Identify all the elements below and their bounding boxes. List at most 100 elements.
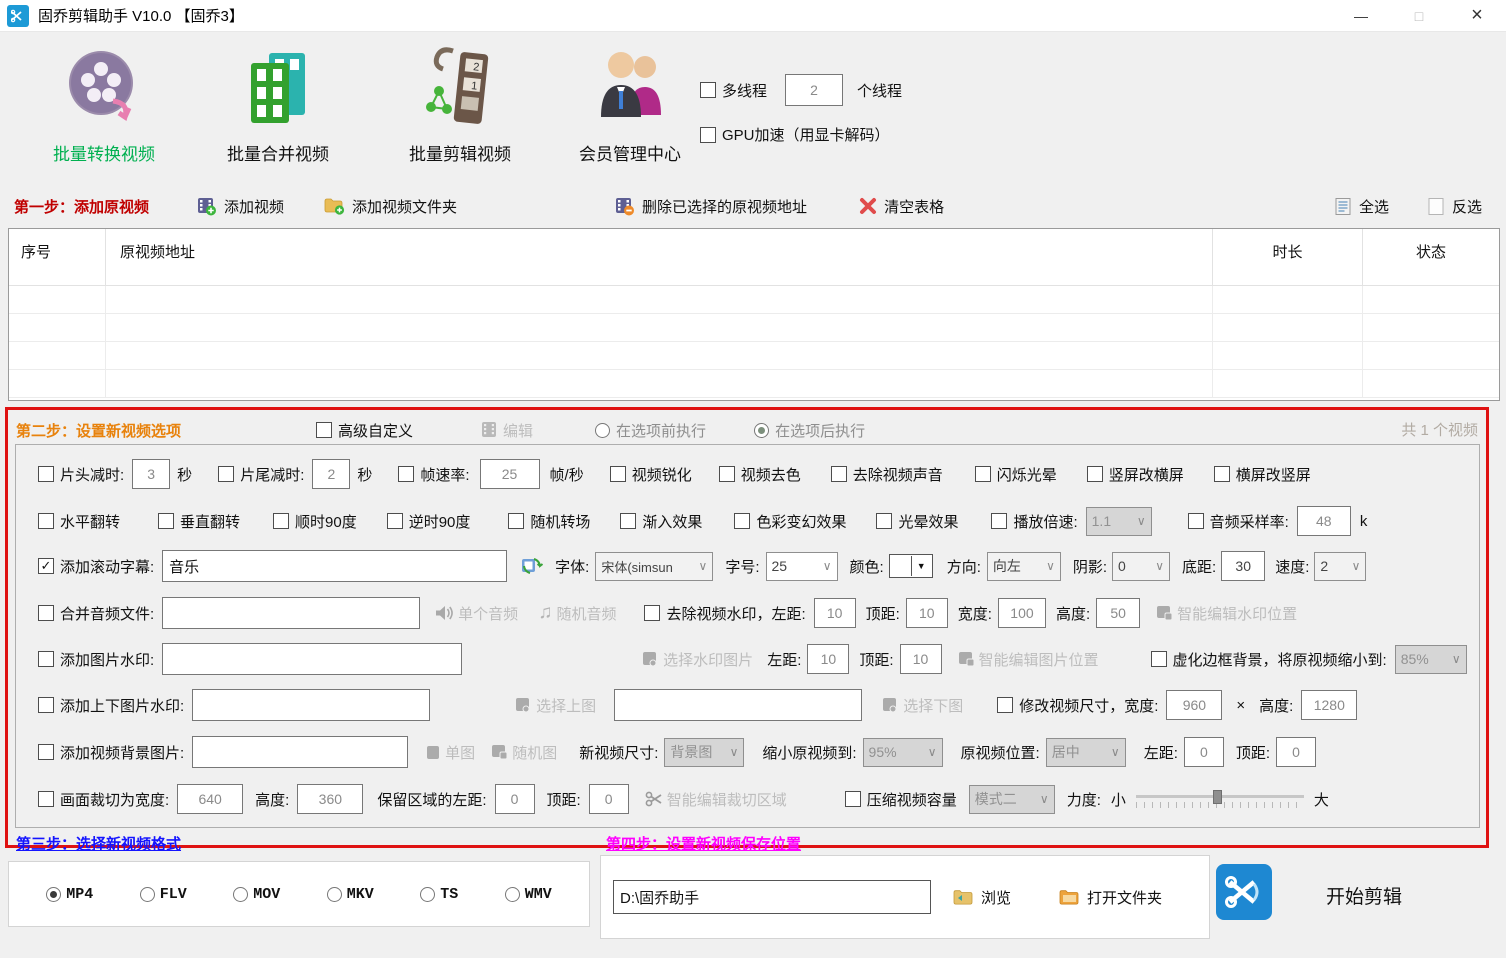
advanced-custom-checkbox[interactable]: 高级自定义 <box>316 420 413 441</box>
sharpen-checkbox[interactable]: 视频锐化 <box>609 464 692 485</box>
color-dropdown-button[interactable]: ▼ <box>910 556 931 576</box>
add-video-button[interactable]: 添加视频 <box>197 196 284 217</box>
tail-trim-input[interactable] <box>312 459 351 489</box>
font-size-select[interactable]: 25 ∨ <box>765 551 838 581</box>
radio-run-after-circle[interactable] <box>754 422 770 438</box>
column-header-duration[interactable]: 时长 <box>1213 229 1363 285</box>
play-speed-select[interactable]: 1.1 ∨ <box>1085 506 1152 536</box>
random-transition-checkbox[interactable]: 随机转场 <box>508 511 590 532</box>
sample-rate-input[interactable] <box>1296 506 1351 536</box>
tab-batch-merge[interactable]: 批量合并视频 <box>200 42 356 165</box>
radio-run-before[interactable]: 在选项前执行 <box>595 420 706 441</box>
open-folder-button[interactable]: 打开文件夹 <box>1059 887 1162 908</box>
radio-run-after[interactable]: 在选项后执行 <box>754 420 865 441</box>
resize-video-checkbox[interactable]: 修改视频尺寸，宽度: <box>997 695 1158 716</box>
invert-selection-button[interactable]: 反选 <box>1427 196 1482 217</box>
shadow-select[interactable]: 0 ∨ <box>1112 551 1171 581</box>
single-image-button[interactable]: 单图 <box>426 742 475 763</box>
top-image-input[interactable] <box>192 689 431 721</box>
new-size-select[interactable]: 背景图 ∨ <box>664 737 745 767</box>
merge-audio-input[interactable] <box>162 597 421 629</box>
resize-width-input[interactable] <box>1166 690 1223 720</box>
column-header-status[interactable]: 状态 <box>1363 229 1499 285</box>
shrink-select[interactable]: 95% ∨ <box>862 737 943 767</box>
fps-input[interactable] <box>479 459 540 489</box>
wm-top-input[interactable] <box>905 598 948 628</box>
format-radio-mp4[interactable]: MP4 <box>46 886 93 903</box>
keep-top-input[interactable] <box>588 784 629 814</box>
fps-checkbox[interactable]: 帧速率: <box>398 464 470 485</box>
head-trim-input[interactable] <box>132 459 171 489</box>
random-audio-button[interactable]: ♫ 随机音频 <box>538 602 616 624</box>
fade-in-checkbox[interactable]: 渐入效果 <box>620 511 702 532</box>
compress-mode-select[interactable]: 模式二 ∨ <box>968 784 1055 814</box>
crop-width-input[interactable] <box>177 784 244 814</box>
single-audio-button[interactable]: 单个音频 <box>434 603 518 624</box>
bg-top-input[interactable] <box>1276 737 1317 767</box>
format-radio-wmv[interactable]: WMV <box>504 886 552 903</box>
close-button[interactable]: × <box>1448 0 1506 32</box>
subtitle-text-input[interactable] <box>162 550 508 582</box>
top-bottom-watermark-checkbox[interactable]: 添加上下图片水印: <box>38 695 184 716</box>
column-header-index[interactable]: 序号 <box>9 229 106 285</box>
choose-bottom-image-button[interactable]: 选择下图 <box>882 695 963 716</box>
crop-height-input[interactable] <box>297 784 364 814</box>
background-image-input[interactable] <box>192 736 409 768</box>
blur-scale-select[interactable]: 85% ∨ <box>1394 644 1467 674</box>
position-select[interactable]: 居中 ∨ <box>1045 737 1126 767</box>
tail-trim-checkbox[interactable]: 片尾减时: <box>218 464 304 485</box>
flicker-halo-checkbox[interactable]: 闪烁光晕 <box>974 464 1057 485</box>
gpu-checkbox[interactable] <box>700 126 716 143</box>
maximize-button[interactable]: □ <box>1390 0 1448 32</box>
decolor-checkbox[interactable]: 视频去色 <box>718 464 801 485</box>
halo-fx-checkbox[interactable]: 光晕效果 <box>876 511 958 532</box>
scroll-subtitle-checkbox[interactable]: ✓ 添加滚动字幕: <box>38 556 154 577</box>
smart-crop-button[interactable]: 智能编辑裁切区域 <box>645 789 787 810</box>
horizontal-to-vertical-checkbox[interactable]: 横屏改竖屏 <box>1213 464 1311 485</box>
refresh-icon[interactable] <box>521 555 544 577</box>
play-speed-checkbox[interactable]: 播放倍速: <box>991 511 1078 532</box>
browse-button[interactable]: 浏览 <box>953 887 1011 908</box>
format-radio-flv[interactable]: FLV <box>139 886 187 903</box>
multithread-checkbox[interactable] <box>700 82 716 98</box>
crop-checkbox[interactable]: 画面裁切为宽度: <box>38 789 169 810</box>
bottom-image-input[interactable] <box>614 689 863 721</box>
head-trim-checkbox[interactable]: 片头减时: <box>38 464 124 485</box>
format-radio-mov[interactable]: MOV <box>233 886 280 903</box>
bottom-margin-input[interactable] <box>1221 551 1266 581</box>
minimize-button[interactable]: — <box>1332 0 1390 32</box>
image-watermark-checkbox[interactable]: 添加图片水印: <box>38 649 154 670</box>
img-left-input[interactable] <box>807 644 850 674</box>
add-folder-button[interactable]: 添加视频文件夹 <box>324 196 457 217</box>
wm-width-input[interactable] <box>997 598 1046 628</box>
edit-button[interactable]: 编辑 <box>481 420 533 441</box>
blur-border-checkbox[interactable]: 虚化边框背景，将原视频缩小到: <box>1150 649 1387 670</box>
clear-table-button[interactable]: 清空表格 <box>859 196 944 217</box>
tab-batch-edit[interactable]: 2 1 批量剪辑视频 <box>382 42 538 165</box>
choose-watermark-image-button[interactable]: 选择水印图片 <box>642 649 753 670</box>
choose-top-image-button[interactable]: 选择上图 <box>515 695 596 716</box>
bg-left-input[interactable] <box>1183 737 1224 767</box>
wm-height-input[interactable] <box>1096 598 1141 628</box>
compress-checkbox[interactable]: 压缩视频容量 <box>844 789 957 810</box>
font-color-picker[interactable]: ▼ <box>888 554 933 578</box>
vertical-to-horizontal-checkbox[interactable]: 竖屏改横屏 <box>1086 464 1184 485</box>
select-all-button[interactable]: 全选 <box>1334 196 1389 217</box>
thread-count-input[interactable] <box>785 74 844 106</box>
save-path-input[interactable] <box>613 880 931 914</box>
delete-selected-button[interactable]: 删除已选择的原视频地址 <box>615 196 807 217</box>
advanced-custom-box[interactable] <box>316 422 333 438</box>
smart-edit-image-button[interactable]: 智能编辑图片位置 <box>958 649 1099 670</box>
format-radio-ts[interactable]: TS <box>420 886 458 903</box>
rotate-cw90-checkbox[interactable]: 顺时90度 <box>273 511 357 532</box>
smart-edit-watermark-button[interactable]: 智能编辑水印位置 <box>1156 603 1297 624</box>
slider-thumb[interactable] <box>1213 790 1223 804</box>
merge-audio-checkbox[interactable]: 合并音频文件: <box>38 603 154 624</box>
rotate-ccw90-checkbox[interactable]: 逆时90度 <box>386 511 470 532</box>
sample-rate-checkbox[interactable]: 音频采样率: <box>1187 511 1289 532</box>
remove-watermark-checkbox[interactable]: 去除视频水印，左距: <box>644 603 806 624</box>
wm-left-input[interactable] <box>813 598 856 628</box>
tab-batch-convert[interactable]: 批量转换视频 <box>26 42 182 165</box>
flip-horizontal-checkbox[interactable]: 水平翻转 <box>38 511 120 532</box>
flip-vertical-checkbox[interactable]: 垂直翻转 <box>158 511 240 532</box>
